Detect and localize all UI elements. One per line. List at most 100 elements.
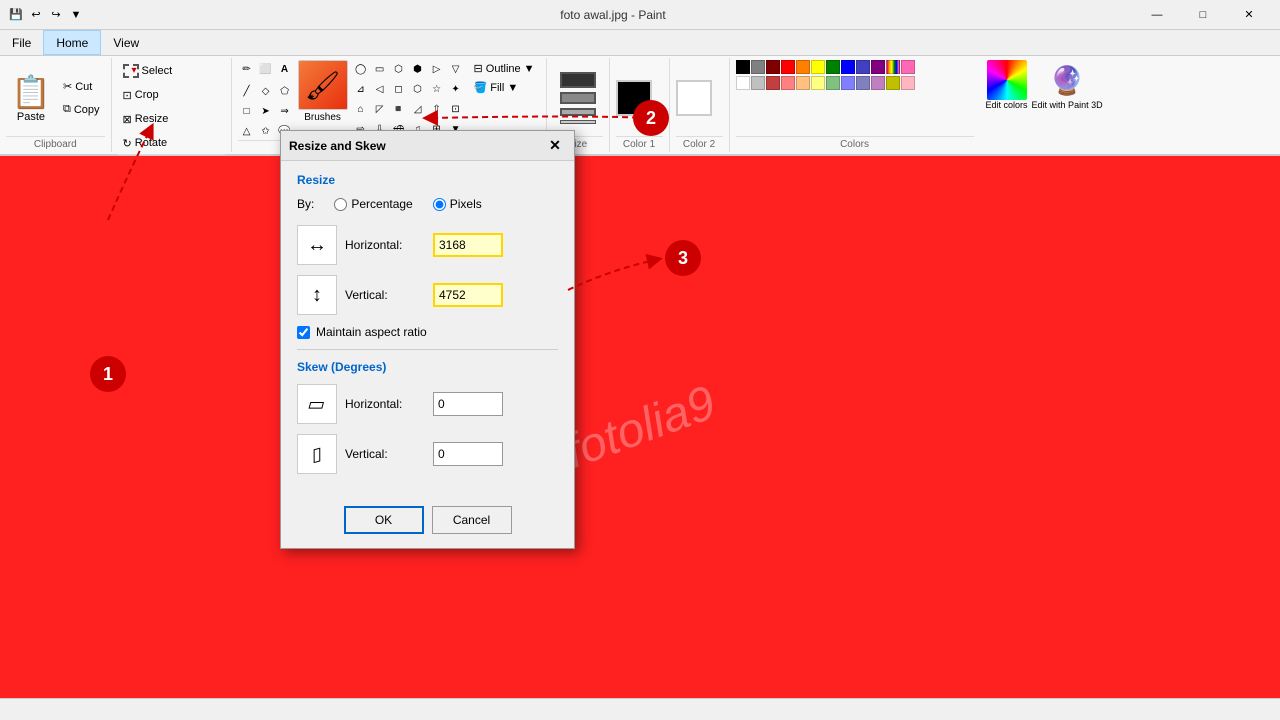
- menu-view[interactable]: View: [101, 30, 151, 55]
- skew-v-icon: ▯: [312, 442, 322, 466]
- swatch-blue[interactable]: [841, 60, 855, 74]
- line-tool[interactable]: ╱: [238, 82, 256, 100]
- cut-button[interactable]: ✂ Cut: [58, 76, 105, 98]
- percentage-radio-label[interactable]: Percentage: [334, 197, 412, 211]
- shape9[interactable]: ◻: [390, 80, 408, 98]
- shape8[interactable]: ◁: [371, 80, 389, 98]
- color1-swatch[interactable]: [616, 80, 652, 116]
- select-button[interactable]: ▾ Select: [118, 60, 178, 82]
- brushes-area: 🖌 Brushes: [298, 60, 348, 123]
- shape4[interactable]: ⬢: [409, 60, 427, 78]
- shape6[interactable]: ▽: [447, 60, 465, 78]
- swatch-orange[interactable]: [796, 60, 810, 74]
- pentagon-tool[interactable]: ⬠: [276, 82, 294, 100]
- shape10[interactable]: ⬡: [409, 80, 427, 98]
- resize-button[interactable]: ⊠ Resize: [118, 108, 178, 130]
- triangle-tool[interactable]: △: [238, 122, 256, 140]
- undo-icon[interactable]: ↩: [28, 7, 44, 23]
- swatch-red[interactable]: [781, 60, 795, 74]
- rotate-button[interactable]: ↻ Rotate: [118, 132, 178, 154]
- shape15[interactable]: ◾: [390, 100, 408, 118]
- brushes-button[interactable]: 🖌: [298, 60, 348, 110]
- swatch-lightyellow[interactable]: [811, 76, 825, 90]
- pixels-radio[interactable]: [433, 198, 446, 211]
- swatch-periwinkle[interactable]: [856, 76, 870, 90]
- star-tool[interactable]: ✩: [257, 122, 275, 140]
- fill-dropdown-icon: ▼: [507, 82, 518, 94]
- swatch-lightpink[interactable]: [901, 76, 915, 90]
- swatch-lavender[interactable]: [871, 76, 885, 90]
- text-tool[interactable]: A: [276, 60, 294, 78]
- swatch-silver[interactable]: [751, 76, 765, 90]
- swatch-purple[interactable]: [871, 60, 885, 74]
- shape5[interactable]: ▷: [428, 60, 446, 78]
- shape11[interactable]: ☆: [428, 80, 446, 98]
- swatch-pink-bright[interactable]: [901, 60, 915, 74]
- skew-vertical-input[interactable]: [433, 442, 503, 466]
- vertical-resize-input[interactable]: [433, 283, 503, 307]
- menu-home[interactable]: Home: [43, 30, 101, 55]
- shape14[interactable]: ◸: [371, 100, 389, 118]
- maintain-aspect-checkbox[interactable]: [297, 326, 310, 339]
- skew-horizontal-input[interactable]: [433, 392, 503, 416]
- cut-label: Cut: [75, 81, 92, 93]
- vertical-resize-label: Vertical:: [345, 288, 425, 302]
- swatch-lightred[interactable]: [781, 76, 795, 90]
- shape3[interactable]: ⬡: [390, 60, 408, 78]
- swatch-lightgreen[interactable]: [826, 76, 840, 90]
- swatch-rainbow[interactable]: [886, 60, 900, 74]
- paste-button[interactable]: 📋 Paste: [6, 63, 56, 133]
- diamond-tool[interactable]: ◇: [257, 82, 275, 100]
- swatch-darkred[interactable]: [766, 60, 780, 74]
- tools-content: ✏ ⬜ A ╱ ◇ ⬠ □ ➤ ⇒ △ ✩ 💬: [238, 60, 540, 140]
- swatch-black[interactable]: [736, 60, 750, 74]
- swatch-yellow[interactable]: [811, 60, 825, 74]
- horizontal-resize-input[interactable]: [433, 233, 503, 257]
- swatch-peach[interactable]: [796, 76, 810, 90]
- edit-paint3d-button[interactable]: 🔮 Edit with Paint 3D: [1032, 60, 1103, 110]
- arrow-tool[interactable]: ➤: [257, 102, 275, 120]
- shape18[interactable]: ⊡: [447, 100, 465, 118]
- swatch-indigo[interactable]: [856, 60, 870, 74]
- shape12[interactable]: ✦: [447, 80, 465, 98]
- swatch-green[interactable]: [826, 60, 840, 74]
- percentage-radio[interactable]: [334, 198, 347, 211]
- menu-file[interactable]: File: [0, 30, 43, 55]
- cancel-button[interactable]: Cancel: [432, 506, 512, 534]
- resize-skew-dialog: Resize and Skew ✕ Resize By: Percentage …: [280, 130, 575, 549]
- arrow2-tool[interactable]: ⇒: [276, 102, 294, 120]
- shape17[interactable]: ⇧: [428, 100, 446, 118]
- edit-colors-button[interactable]: Edit colors: [986, 60, 1028, 110]
- swatch-white[interactable]: [736, 76, 750, 90]
- fill-button[interactable]: 🪣 Fill ▼: [469, 79, 540, 96]
- shape2[interactable]: ▭: [371, 60, 389, 78]
- ok-button[interactable]: OK: [344, 506, 424, 534]
- shape16[interactable]: ◿: [409, 100, 427, 118]
- eraser-tool[interactable]: ⬜: [257, 60, 275, 78]
- close-button[interactable]: ✕: [1226, 0, 1272, 30]
- minimize-button[interactable]: —: [1134, 0, 1180, 30]
- shape7[interactable]: ⊿: [352, 80, 370, 98]
- pixels-radio-label[interactable]: Pixels: [433, 197, 482, 211]
- outline-button[interactable]: ⊟ Outline ▼: [469, 60, 540, 77]
- save-icon[interactable]: 💾: [8, 7, 24, 23]
- paste-icon: 📋: [11, 73, 51, 111]
- crop-button[interactable]: ⊡ Crop: [118, 84, 178, 106]
- pencil-tool[interactable]: ✏: [238, 60, 256, 78]
- color2-swatch[interactable]: [676, 80, 712, 116]
- edit-colors-label: Edit colors: [986, 100, 1028, 110]
- dropdown-icon[interactable]: ▼: [68, 7, 84, 23]
- shape13[interactable]: ⌂: [352, 100, 370, 118]
- swatch-olive[interactable]: [886, 76, 900, 90]
- swatch-lightblue[interactable]: [841, 76, 855, 90]
- shape1[interactable]: ◯: [352, 60, 370, 78]
- copy-button[interactable]: ⧉ Copy: [58, 99, 105, 121]
- maximize-button[interactable]: □: [1180, 0, 1226, 30]
- swatch-gray[interactable]: [751, 60, 765, 74]
- rect-tool[interactable]: □: [238, 102, 256, 120]
- dialog-close-button[interactable]: ✕: [544, 135, 566, 157]
- redo-icon[interactable]: ↪: [48, 7, 64, 23]
- canvas[interactable]: fotolia9 1: [0, 156, 1280, 698]
- ribbon: 📋 Paste ✂ Cut ⧉ Copy Clipboard: [0, 56, 1280, 156]
- swatch-rose[interactable]: [766, 76, 780, 90]
